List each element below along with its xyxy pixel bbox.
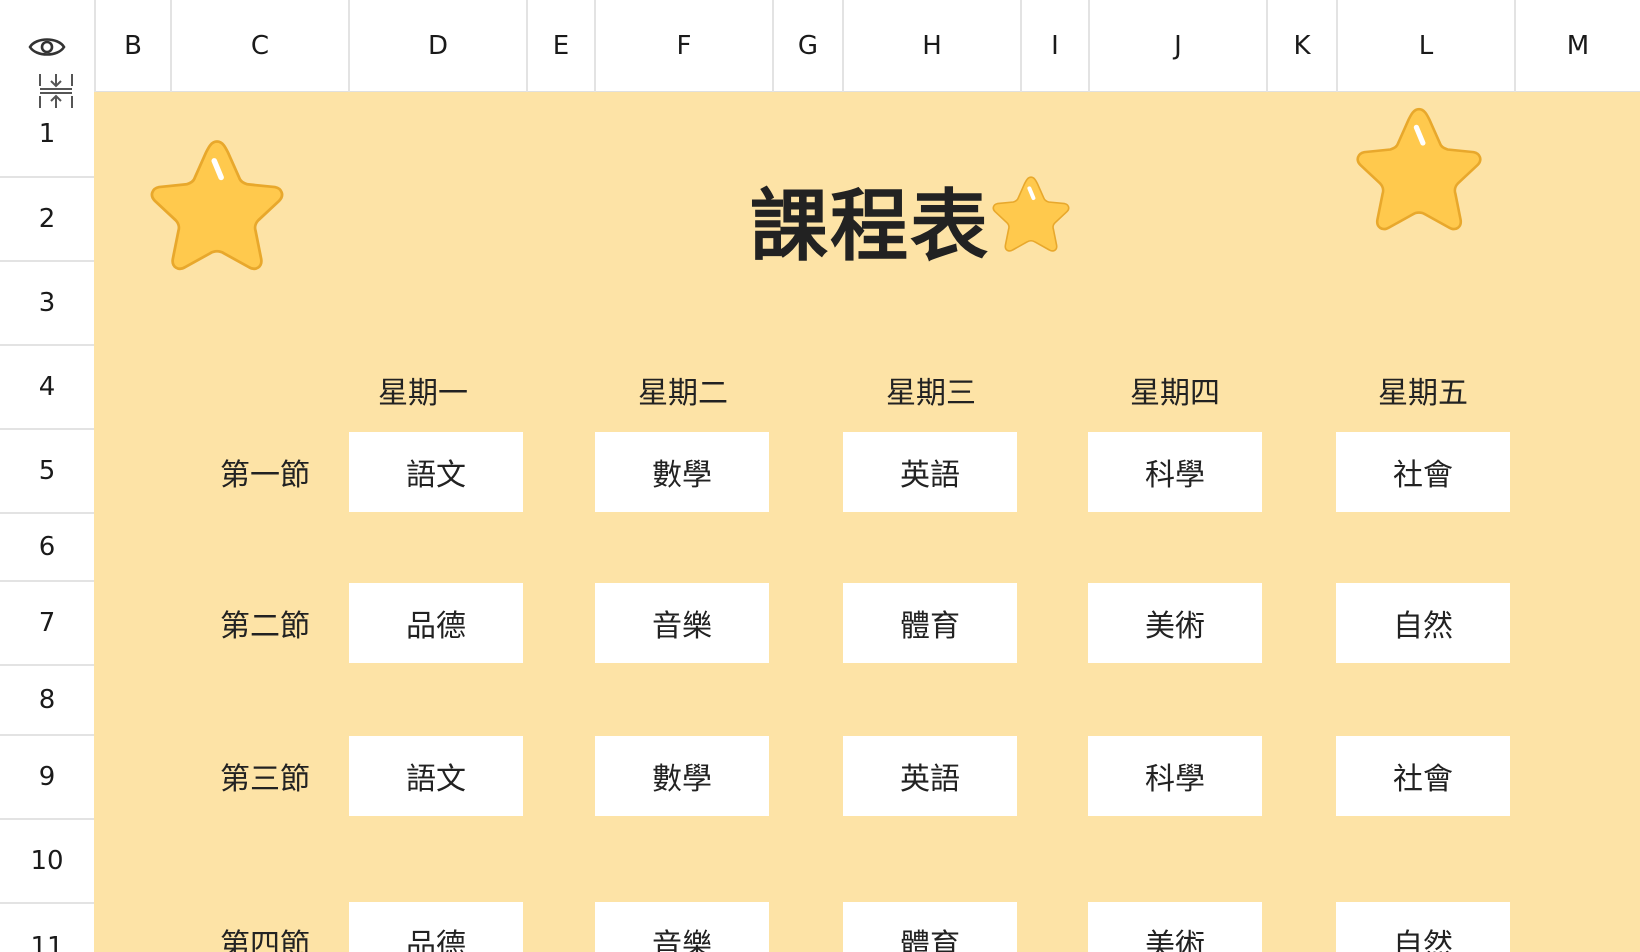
subject-cell[interactable]: 數學 <box>595 432 769 512</box>
row-header-2[interactable]: 2 <box>0 178 94 262</box>
column-header-c[interactable]: C <box>170 0 348 92</box>
column-header-k[interactable]: K <box>1266 0 1336 92</box>
subject-cell[interactable]: 社會 <box>1336 736 1510 816</box>
subject-cell[interactable]: 科學 <box>1088 432 1262 512</box>
star-icon <box>1356 107 1482 231</box>
subject-cell[interactable]: 數學 <box>595 736 769 816</box>
row-header-4[interactable]: 4 <box>0 346 94 430</box>
row-header-11[interactable]: 11 <box>0 904 94 952</box>
row-height-resize-icon[interactable] <box>38 72 74 110</box>
row-header-10[interactable]: 10 <box>0 820 94 904</box>
column-header-g[interactable]: G <box>772 0 842 92</box>
row-header-9[interactable]: 9 <box>0 736 94 820</box>
subject-cell[interactable]: 英語 <box>843 432 1017 512</box>
column-header-d[interactable]: D <box>348 0 526 92</box>
subject-cell[interactable]: 品德 <box>349 902 523 952</box>
subject-cell[interactable]: 社會 <box>1336 432 1510 512</box>
column-header-f[interactable]: F <box>594 0 772 92</box>
day-header[interactable]: 星期三 <box>844 360 1018 420</box>
row-header-6[interactable]: 6 <box>0 514 94 582</box>
sheet-title[interactable]: 課程表 <box>740 170 1000 272</box>
period-label[interactable]: 第一節 <box>190 432 340 512</box>
star-icon <box>992 176 1070 252</box>
column-header-j[interactable]: J <box>1088 0 1266 92</box>
spreadsheet-window: 課程表 星期一 星期二 星期三 星期四 星期五 第一節 語文 數學 英語 科學 … <box>0 0 1640 952</box>
subject-cell[interactable]: 品德 <box>349 583 523 663</box>
period-label[interactable]: 第三節 <box>190 736 340 816</box>
subject-cell[interactable]: 自然 <box>1336 583 1510 663</box>
column-header-e[interactable]: E <box>526 0 594 92</box>
column-header-bar: B C D E F G H I J K L M <box>0 0 1640 92</box>
day-header[interactable]: 星期四 <box>1088 360 1262 420</box>
subject-cell[interactable]: 語文 <box>349 432 523 512</box>
period-label[interactable]: 第二節 <box>190 583 340 663</box>
subject-cell[interactable]: 科學 <box>1088 736 1262 816</box>
column-header-h[interactable]: H <box>842 0 1020 92</box>
subject-cell[interactable]: 體育 <box>843 902 1017 952</box>
subject-cell[interactable]: 美術 <box>1088 583 1262 663</box>
row-header-3[interactable]: 3 <box>0 262 94 346</box>
column-header-i[interactable]: I <box>1020 0 1088 92</box>
subject-cell[interactable]: 音樂 <box>595 902 769 952</box>
column-header-m[interactable]: M <box>1514 0 1640 92</box>
eye-icon[interactable] <box>28 34 66 60</box>
subject-cell[interactable]: 音樂 <box>595 583 769 663</box>
day-header[interactable]: 星期五 <box>1336 360 1510 420</box>
column-header-b[interactable]: B <box>94 0 170 92</box>
subject-cell[interactable]: 體育 <box>843 583 1017 663</box>
row-header-8[interactable]: 8 <box>0 666 94 736</box>
day-header[interactable]: 星期二 <box>596 360 770 420</box>
star-icon <box>150 140 284 271</box>
row-header-5[interactable]: 5 <box>0 430 94 514</box>
subject-cell[interactable]: 語文 <box>349 736 523 816</box>
subject-cell[interactable]: 英語 <box>843 736 1017 816</box>
row-header-7[interactable]: 7 <box>0 582 94 666</box>
column-header-l[interactable]: L <box>1336 0 1514 92</box>
day-header[interactable]: 星期一 <box>336 360 510 420</box>
subject-cell[interactable]: 美術 <box>1088 902 1262 952</box>
period-label[interactable]: 第四節 <box>190 902 340 952</box>
subject-cell[interactable]: 自然 <box>1336 902 1510 952</box>
